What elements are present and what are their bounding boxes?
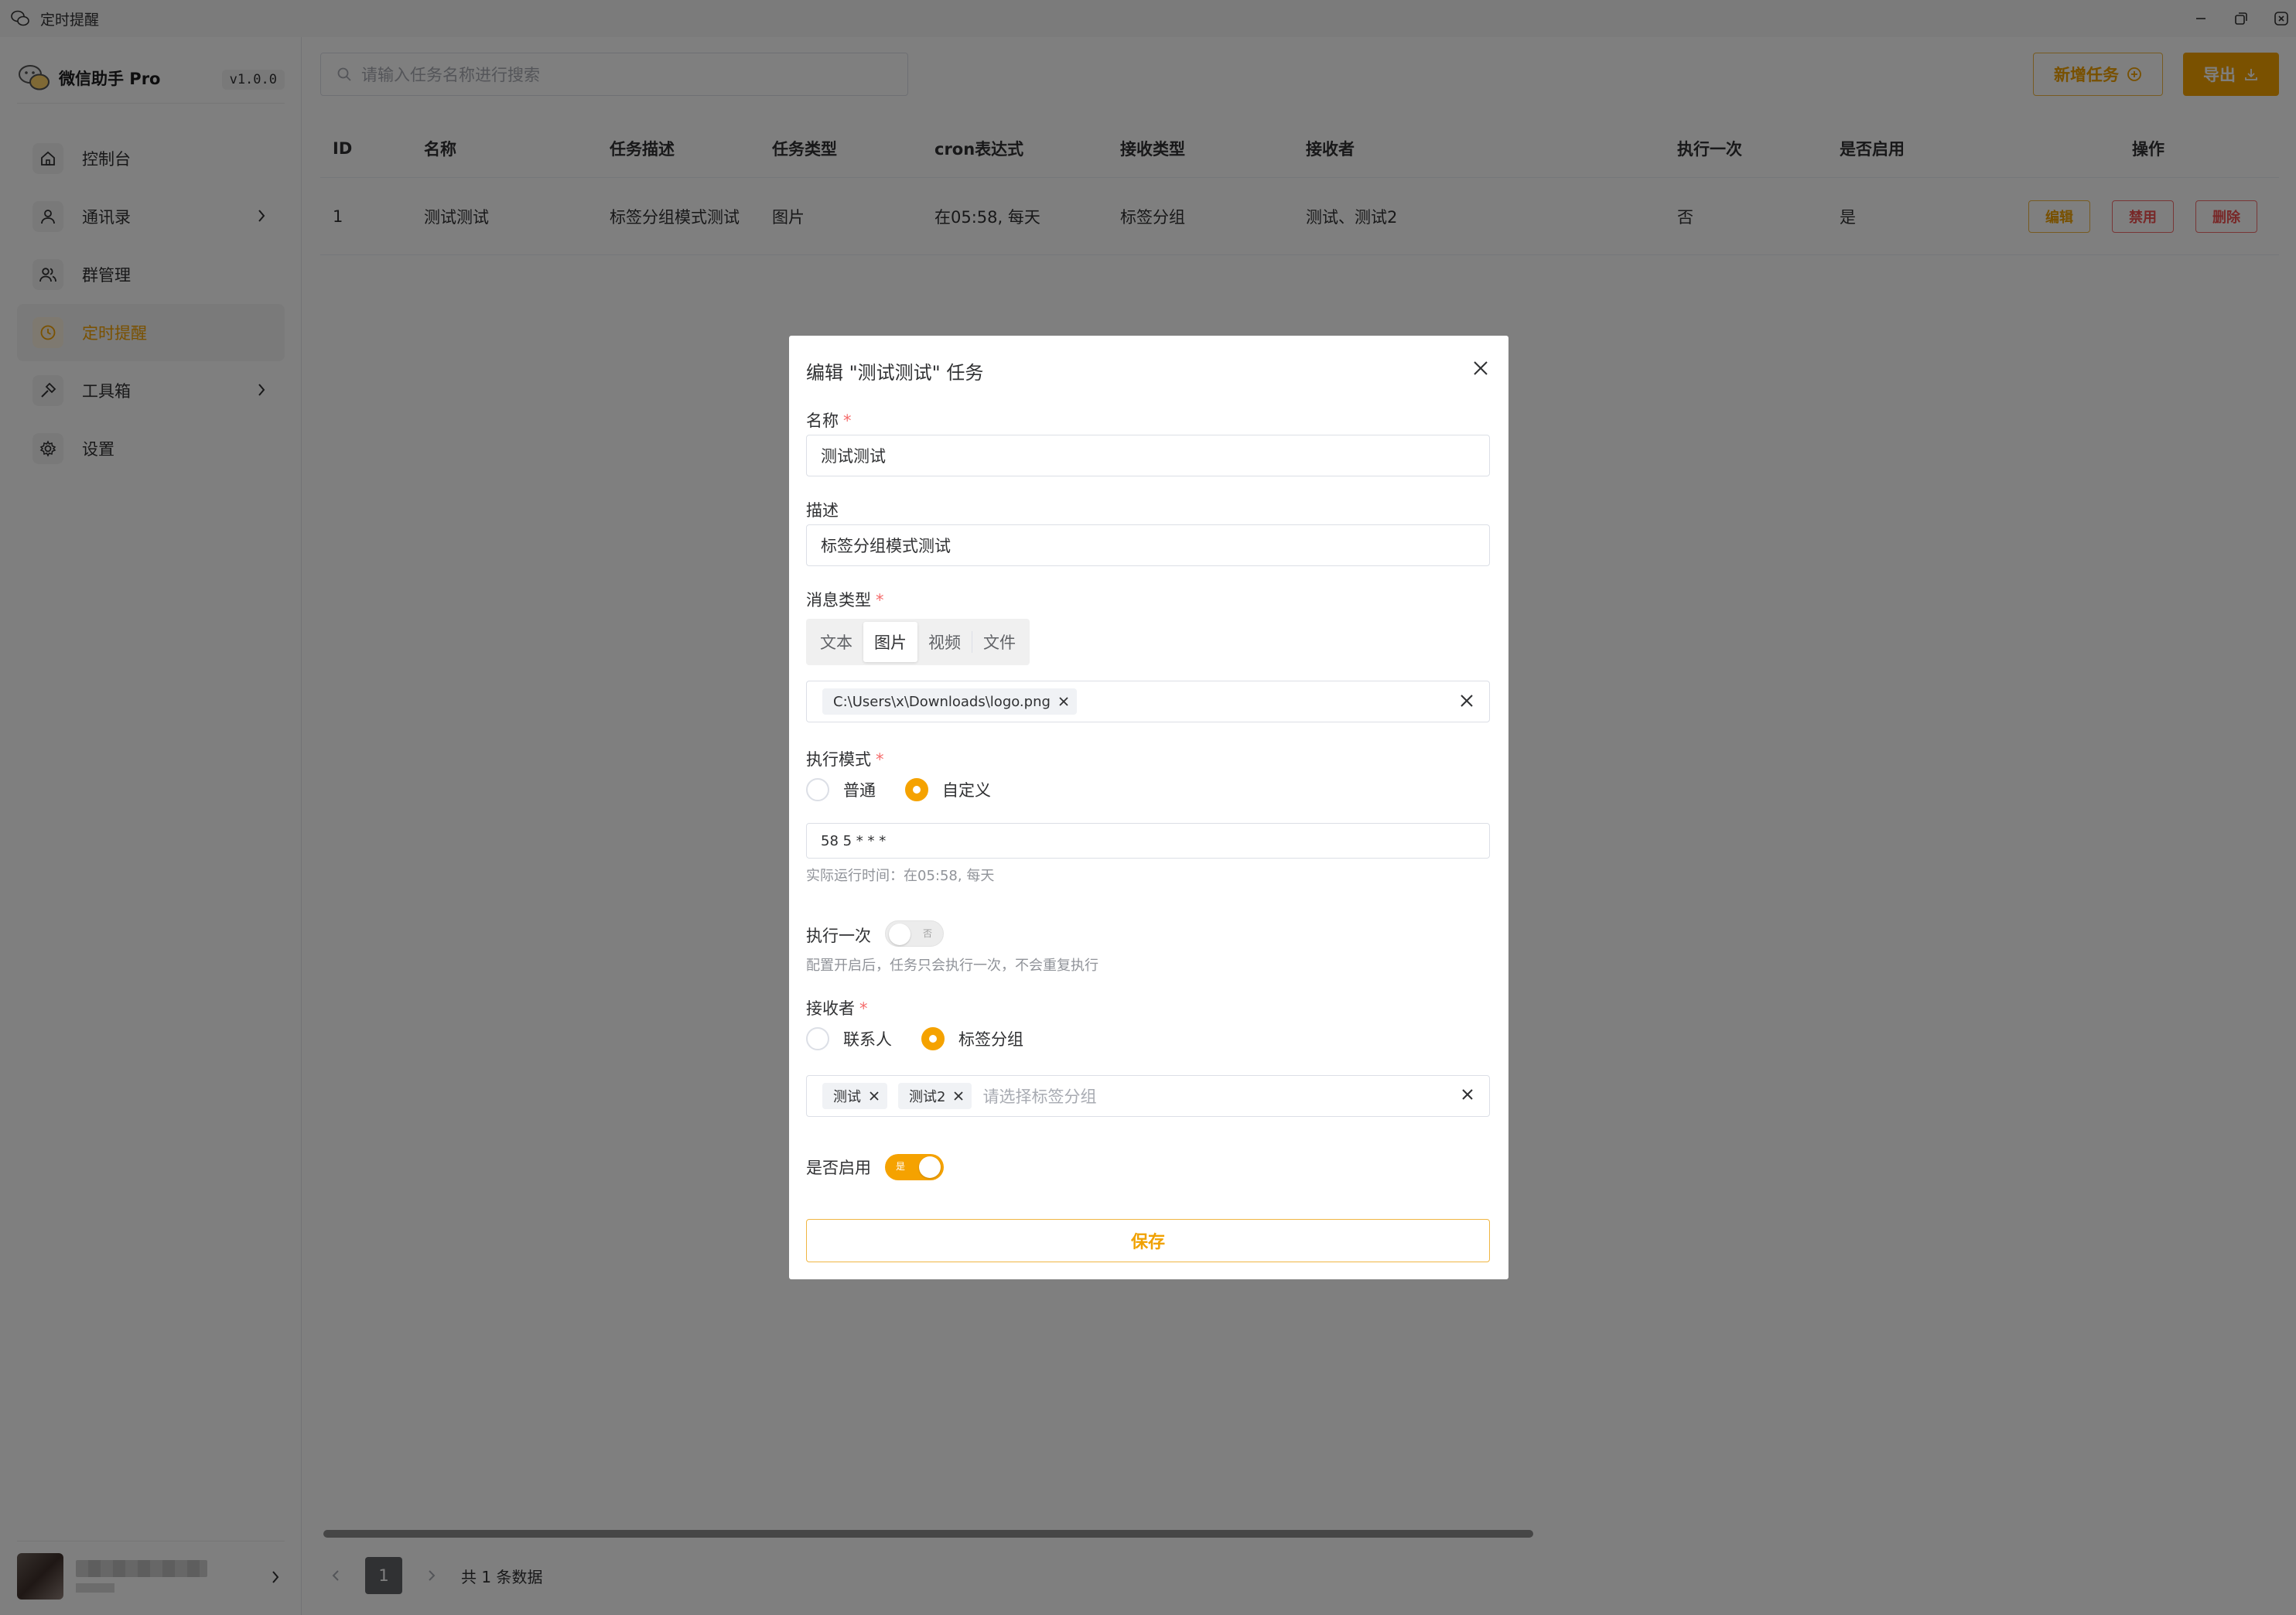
switch-knob: [919, 1156, 941, 1178]
exec-mode-label: 执行模式 *: [806, 750, 884, 769]
run-once-switch[interactable]: 否: [885, 920, 944, 947]
run-once-hint: 配置开启后，任务只会执行一次，不会重复执行: [806, 958, 1098, 974]
desc-label: 描述: [806, 501, 839, 520]
switch-text: 是: [896, 1161, 906, 1172]
tag-close-icon[interactable]: [869, 1091, 880, 1101]
receiver-tag-label: 测试: [833, 1089, 861, 1105]
file-select[interactable]: C:\Users\x\Downloads\logo.png: [806, 681, 1490, 722]
receiver-select[interactable]: 测试 测试2 请选择标签分组: [806, 1075, 1490, 1117]
tag-close-icon[interactable]: [1058, 696, 1069, 707]
cron-input-value: 58 5 * * *: [821, 832, 887, 849]
receiver-type-radio-group: 联系人 标签分组: [806, 1027, 1053, 1050]
receiver-tag: 测试: [822, 1083, 887, 1109]
receiver-tag-label: 测试2: [909, 1089, 946, 1105]
enabled-label: 是否启用: [806, 1159, 871, 1177]
tag-close-icon[interactable]: [953, 1091, 964, 1101]
radio-custom-label[interactable]: 自定义: [942, 778, 991, 801]
radio-normal[interactable]: [806, 778, 829, 801]
exec-mode-radio-group: 普通 自定义: [806, 778, 1020, 801]
file-tag: C:\Users\x\Downloads\logo.png: [822, 688, 1077, 715]
name-input[interactable]: 测试测试: [806, 435, 1490, 476]
msg-type-video[interactable]: 视频: [917, 622, 972, 662]
file-tag-label: C:\Users\x\Downloads\logo.png: [833, 693, 1051, 710]
enabled-switch[interactable]: 是: [885, 1154, 944, 1180]
cron-hint: 实际运行时间：在05:58, 每天: [806, 868, 995, 884]
radio-tag-group-label[interactable]: 标签分组: [958, 1027, 1023, 1050]
msg-type-text[interactable]: 文本: [809, 622, 863, 662]
msg-type-segmented: 文本 图片 视频 文件: [806, 619, 1030, 665]
name-label: 名称 *: [806, 411, 852, 430]
run-once-label: 执行一次: [806, 927, 871, 945]
switch-text: 否: [922, 928, 932, 939]
close-icon[interactable]: [1471, 359, 1490, 377]
radio-tag-group[interactable]: [921, 1027, 945, 1050]
desc-input[interactable]: 标签分组模式测试: [806, 524, 1490, 566]
radio-contact-label[interactable]: 联系人: [843, 1027, 892, 1050]
desc-input-value: 标签分组模式测试: [821, 537, 951, 555]
edit-task-dialog: 编辑 "测试测试" 任务 名称 * 测试测试 描述 标签分组模式测试 消息类型 * …: [789, 336, 1508, 1279]
radio-normal-label[interactable]: 普通: [843, 778, 876, 801]
receiver-placeholder: 请选择标签分组: [982, 1087, 1097, 1106]
radio-custom[interactable]: [905, 778, 928, 801]
radio-contact[interactable]: [806, 1027, 829, 1050]
msg-type-file[interactable]: 文件: [972, 622, 1027, 662]
clear-icon[interactable]: [1458, 692, 1475, 709]
receiver-tag: 测试2: [898, 1083, 972, 1109]
cron-input[interactable]: 58 5 * * *: [806, 823, 1490, 859]
msg-type-image[interactable]: 图片: [863, 622, 917, 662]
msg-type-label: 消息类型 *: [806, 591, 884, 609]
receiver-label: 接收者 *: [806, 999, 868, 1018]
clear-icon[interactable]: [1460, 1087, 1475, 1102]
save-button[interactable]: 保存: [806, 1219, 1490, 1262]
dialog-title: 编辑 "测试测试" 任务: [806, 362, 984, 384]
switch-knob: [889, 924, 911, 945]
name-input-value: 测试测试: [821, 447, 886, 466]
